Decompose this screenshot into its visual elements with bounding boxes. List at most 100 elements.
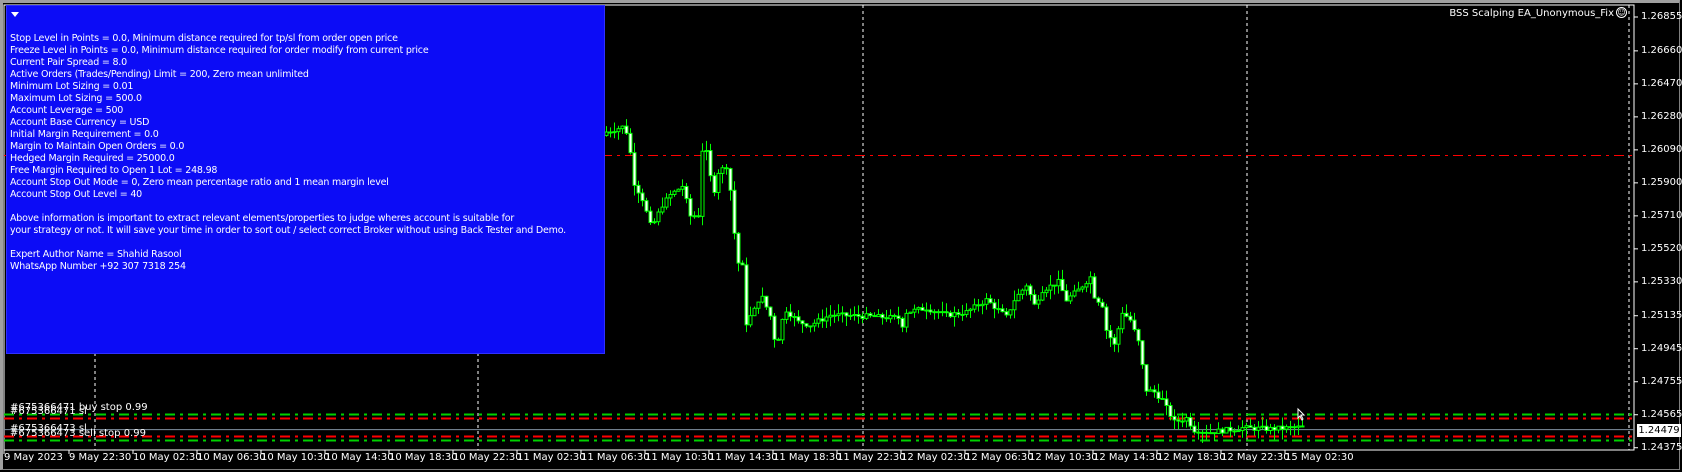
candle [984,293,989,310]
candle-body [1056,278,1061,287]
candle [660,197,665,215]
candle [680,179,685,197]
info-line: Account Leverage = 500 [10,105,124,116]
candle-body [992,302,997,310]
candle [820,309,825,328]
candle [1240,420,1245,438]
candle-body [1080,286,1085,290]
candle [1028,283,1033,301]
candle [816,313,821,328]
candle [840,306,845,323]
candle-body [1016,293,1021,302]
candle [1276,425,1281,434]
price-tick-label: 1.24755 [1641,375,1682,387]
candle-body [1072,290,1077,297]
candle [1004,308,1009,318]
candle-body [940,311,945,314]
candle [1256,421,1261,439]
candle-body [604,131,609,136]
candle-body [616,128,621,133]
candle-body [688,198,693,217]
candle-body [680,185,685,190]
price-tick-label: 1.26855 [1641,11,1682,22]
current-price-label: 1.24479 [1637,423,1681,437]
candle [1012,290,1017,319]
price-tick-label: 1.26280 [1641,110,1682,122]
candle [952,306,957,327]
candle-body [804,323,809,327]
time-tick-label: 11 May 22:30 [837,452,906,463]
candle [928,304,933,315]
candle-body [948,312,953,318]
candle [1080,285,1085,293]
order-label-sell-stop[interactable]: #675366473 sell stop 0.99 [10,428,146,439]
candle [968,307,973,318]
candle-body [1236,430,1241,433]
candle-body [976,304,981,307]
candle [732,181,737,240]
candle [1288,420,1293,436]
candle-body [1208,432,1213,435]
candle-body [752,307,757,317]
candle [948,310,953,318]
order-label-buy-sl[interactable]: #675366471 sl [10,406,87,417]
candle [712,172,717,197]
candle [848,308,853,320]
candle-body [1276,425,1281,431]
info-line: WhatsApp Number +92 307 7318 254 [10,261,186,272]
candle [832,310,837,323]
candle [620,125,625,134]
candle [876,309,881,318]
candle [616,125,621,140]
time-tick-label: 10 May 06:30 [197,452,266,463]
candle-body [1140,340,1145,366]
candle-body [1112,337,1117,345]
candle [740,260,745,266]
candle-body [980,303,985,307]
candle [752,306,757,317]
candle-body [696,215,701,218]
candle [1220,427,1225,437]
candle-body [1052,284,1057,287]
candle [940,301,945,317]
candle [924,302,929,320]
price-tick-label: 1.25330 [1641,275,1682,287]
candle-body [620,125,625,130]
candle-body [796,316,801,322]
candle-body [720,167,725,174]
candle [1024,283,1029,296]
candle [728,167,733,201]
candle [864,306,869,321]
collapse-triangle-icon[interactable] [11,12,19,17]
candle [1016,288,1021,302]
candle-body [852,314,857,317]
candle-body [1012,300,1017,311]
candle-body [828,314,833,318]
candle [772,313,777,348]
candle-body [868,313,873,317]
candle [1196,421,1201,440]
candle [1264,419,1269,434]
candle-body [652,221,657,224]
candle-body [880,314,885,319]
candle [936,309,941,319]
candle [704,140,709,161]
price-tick-label: 1.26090 [1641,143,1682,155]
candle-body [656,211,661,223]
candle-body [608,131,613,134]
candle-body [1232,430,1237,433]
smiley-icon[interactable]: ☺ [1616,7,1627,18]
candle [1184,413,1189,428]
info-line: Free Margin Required to Open 1 Lot = 248… [10,165,218,176]
candle [1096,296,1101,306]
candle-body [1248,425,1253,428]
candle-body [612,131,617,134]
candle [992,298,997,319]
candle-body [968,308,973,312]
candle-body [1128,315,1133,321]
candle [872,312,877,318]
candle-body [1160,397,1165,400]
candle [912,304,917,318]
time-tick-label: 11 May 06:30 [581,452,650,463]
candle [932,309,937,320]
